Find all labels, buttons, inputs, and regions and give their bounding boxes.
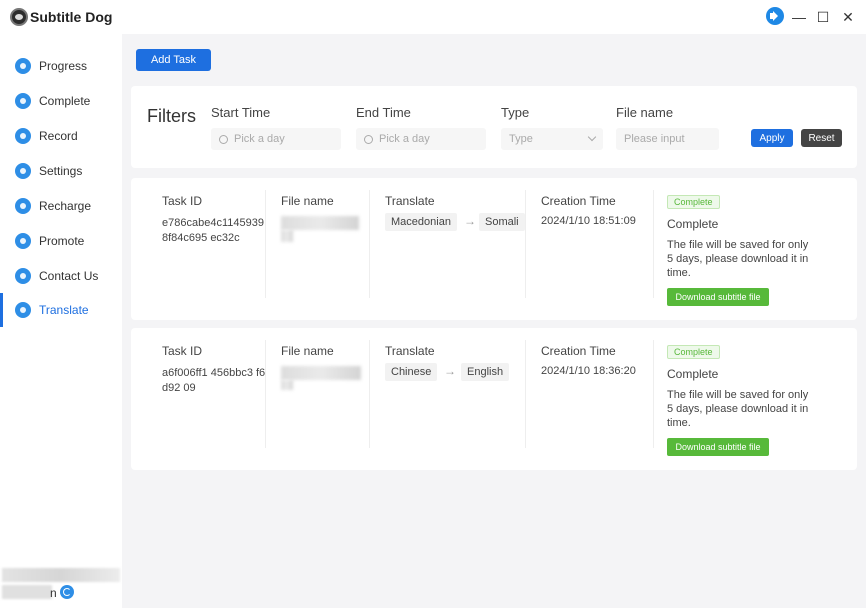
column-divider	[653, 190, 654, 298]
filters-title: Filters	[147, 106, 196, 127]
megaphone-icon	[15, 233, 31, 249]
file-name-input[interactable]: Please input	[616, 128, 719, 150]
headset-icon	[15, 268, 31, 284]
source-language: Macedonian	[385, 213, 457, 231]
task-id-value: a6f006ff1 456bbc3 f6d92 09	[162, 366, 267, 396]
close-button[interactable]: ✕	[839, 8, 857, 26]
sidebar-item-progress[interactable]: Progress	[0, 49, 122, 83]
sidebar-item-translate[interactable]: Translate	[0, 293, 122, 327]
sidebar-item-promote[interactable]: Promote	[0, 224, 122, 258]
check-icon	[15, 93, 31, 109]
type-select[interactable]: Type	[501, 128, 603, 150]
column-divider	[265, 190, 266, 298]
blurred-file-name	[281, 380, 293, 390]
task-id-label: Task ID	[162, 194, 202, 208]
blurred-user-info	[2, 585, 52, 599]
column-divider	[265, 340, 266, 448]
target-language: English	[461, 363, 509, 381]
sidebar-item-record[interactable]: Record	[0, 119, 122, 153]
refresh-icon[interactable]	[60, 585, 74, 599]
start-time-picker[interactable]: Pick a day	[211, 128, 341, 150]
column-divider	[525, 190, 526, 298]
arrow-right-icon: →	[464, 214, 476, 228]
task-id-value: e786cabe4c1145939 8f84c695 ec32c	[162, 216, 267, 246]
start-time-placeholder: Pick a day	[234, 133, 285, 145]
save-notice: The file will be saved for only 5 days, …	[667, 238, 817, 280]
target-language: Somali	[479, 213, 525, 231]
column-divider	[369, 340, 370, 448]
sidebar-item-complete[interactable]: Complete	[0, 84, 122, 118]
end-time-label: End Time	[356, 105, 411, 120]
speaker-icon[interactable]	[766, 7, 784, 25]
filters-panel: Filters Start Time Pick a day End Time P…	[131, 86, 857, 168]
arrow-right-icon: →	[444, 364, 456, 378]
start-time-label: Start Time	[211, 105, 270, 120]
blurred-file-name	[281, 366, 361, 380]
blurred-file-name	[281, 216, 359, 230]
task-card: Task ID e786cabe4c1145939 8f84c695 ec32c…	[131, 178, 857, 320]
creation-time-label: Creation Time	[541, 194, 616, 208]
sidebar-item-label: Translate	[39, 303, 89, 317]
file-name-placeholder: Please input	[624, 133, 685, 145]
task-id-label: Task ID	[162, 344, 202, 358]
column-divider	[369, 190, 370, 298]
type-label: Type	[501, 105, 529, 120]
sidebar-item-recharge[interactable]: Recharge	[0, 189, 122, 223]
app-title: Subtitle Dog	[30, 9, 112, 25]
list-icon	[15, 128, 31, 144]
add-task-button[interactable]: Add Task	[136, 49, 211, 71]
type-placeholder: Type	[509, 133, 533, 145]
gear-icon	[15, 163, 31, 179]
coins-icon	[15, 198, 31, 214]
status-badge: Complete	[667, 195, 720, 209]
maximize-button[interactable]: ☐	[814, 8, 832, 26]
blurred-file-name	[281, 230, 293, 242]
sidebar: Progress Complete Record Settings Rechar…	[0, 34, 122, 608]
minimize-button[interactable]: —	[790, 8, 808, 26]
save-notice: The file will be saved for only 5 days, …	[667, 388, 817, 430]
sidebar-item-label: Progress	[39, 59, 87, 73]
file-name-label: File name	[281, 194, 334, 208]
sidebar-item-label: Promote	[39, 234, 84, 248]
clock-icon	[219, 135, 228, 144]
sidebar-item-label: Complete	[39, 94, 90, 108]
clock-icon	[364, 135, 373, 144]
end-time-placeholder: Pick a day	[379, 133, 430, 145]
apply-button[interactable]: Apply	[751, 129, 793, 147]
status-badge: Complete	[667, 345, 720, 359]
sidebar-item-contact-us[interactable]: Contact Us	[0, 259, 122, 293]
clock-icon	[15, 58, 31, 74]
dog-logo-icon	[10, 8, 28, 26]
creation-time-label: Creation Time	[541, 344, 616, 358]
blurred-user-info	[2, 568, 120, 582]
column-divider	[525, 340, 526, 448]
creation-time-value: 2024/1/10 18:51:09	[541, 215, 636, 227]
source-language: Chinese	[385, 363, 437, 381]
title-bar: Subtitle Dog — ☐ ✕	[0, 0, 866, 34]
status-text: Complete	[667, 217, 718, 231]
sidebar-item-label: Contact Us	[39, 269, 98, 283]
headset-icon	[15, 302, 31, 318]
status-text: Complete	[667, 367, 718, 381]
sidebar-item-label: Record	[39, 129, 78, 143]
sidebar-item-label: Recharge	[39, 199, 91, 213]
end-time-picker[interactable]: Pick a day	[356, 128, 486, 150]
reset-button[interactable]: Reset	[801, 129, 842, 147]
sidebar-item-settings[interactable]: Settings	[0, 154, 122, 188]
column-divider	[653, 340, 654, 448]
user-name: n	[50, 586, 57, 600]
translate-label: Translate	[385, 194, 435, 208]
task-card: Task ID a6f006ff1 456bbc3 f6d92 09 File …	[131, 328, 857, 470]
file-name-label: File name	[616, 105, 673, 120]
download-subtitle-button[interactable]: Download subtitle file	[667, 438, 769, 456]
file-name-label: File name	[281, 344, 334, 358]
download-subtitle-button[interactable]: Download subtitle file	[667, 288, 769, 306]
translate-label: Translate	[385, 344, 435, 358]
sidebar-item-label: Settings	[39, 164, 82, 178]
chevron-down-icon	[588, 133, 596, 141]
creation-time-value: 2024/1/10 18:36:20	[541, 365, 636, 377]
